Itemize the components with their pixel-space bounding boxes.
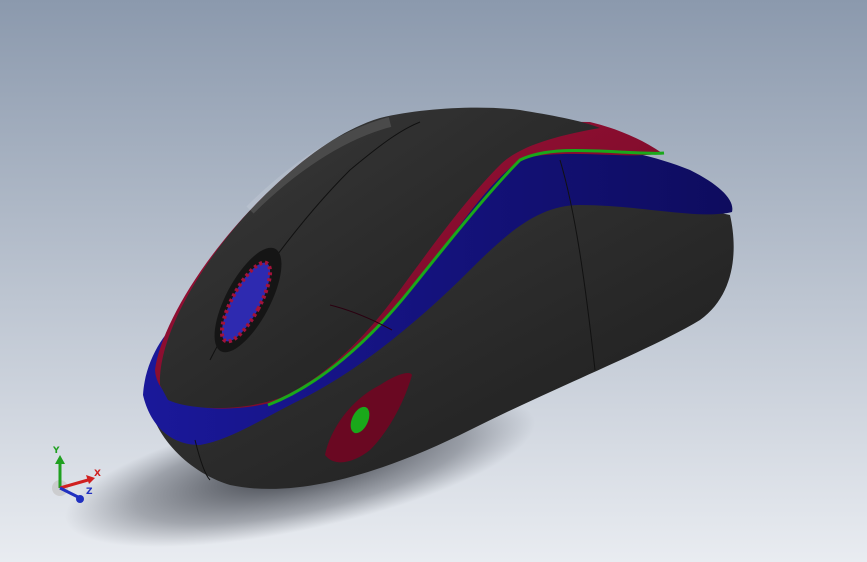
triad-x-label: X: [94, 469, 101, 479]
triad-y-label: Y: [52, 446, 60, 456]
model-view[interactable]: [0, 0, 867, 562]
triad-z-label: Z: [86, 487, 93, 497]
graphics-viewport[interactable]: Y X Z: [0, 0, 867, 562]
triad-z-arrow-icon: [76, 495, 84, 503]
reference-triad: Y X Z: [52, 446, 101, 503]
triad-y-arrow-icon: [55, 455, 65, 464]
